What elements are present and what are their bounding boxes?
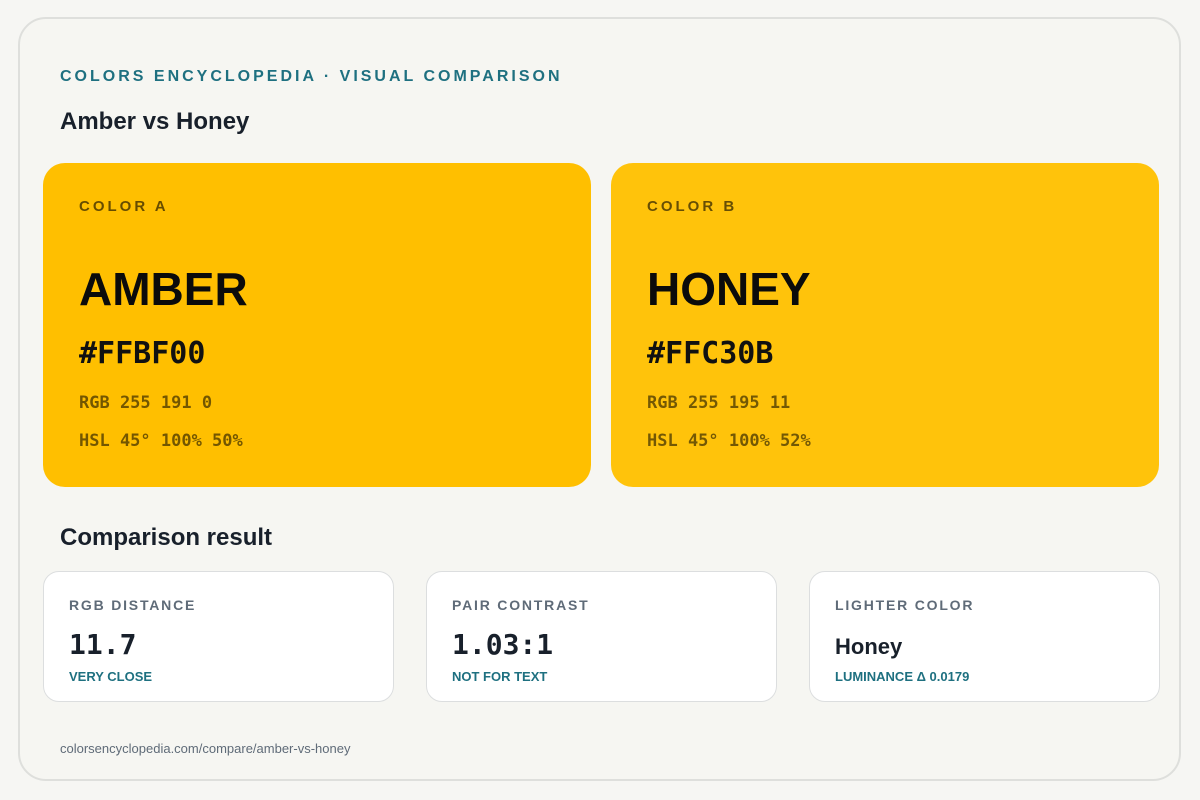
color-b-label: COLOR B [647, 198, 738, 215]
color-a-swatch: COLOR A AMBER #FFBF00 RGB 255 191 0 HSL … [43, 163, 591, 487]
pair-contrast-card: PAIR CONTRAST 1.03:1 NOT FOR TEXT [426, 571, 777, 702]
lighter-color-card: LIGHTER COLOR Honey LUMINANCE Δ 0.0179 [809, 571, 1160, 702]
page-title: Amber vs Honey [60, 108, 250, 135]
rgb-distance-card: RGB DISTANCE 11.7 VERY CLOSE [43, 571, 394, 702]
site-kicker: COLORS ENCYCLOPEDIA · VISUAL COMPARISON [60, 68, 563, 85]
rgb-distance-label: RGB DISTANCE [69, 597, 197, 613]
rgb-distance-note: VERY CLOSE [69, 669, 153, 684]
pair-contrast-value: 1.03:1 [452, 628, 554, 661]
lighter-color-value: Honey [835, 634, 903, 659]
color-b-hex[interactable]: #FFC30B [647, 336, 773, 371]
footer-url[interactable]: colorsencyclopedia.com/compare/amber-vs-… [60, 741, 350, 756]
rgb-distance-value: 11.7 [69, 628, 137, 661]
color-a-label: COLOR A [79, 198, 169, 215]
color-b-rgb: RGB 255 195 11 [647, 393, 791, 413]
lighter-color-note: LUMINANCE Δ 0.0179 [835, 669, 970, 684]
lighter-color-label: LIGHTER COLOR [835, 597, 975, 613]
color-a-name: AMBER [79, 263, 248, 315]
comparison-title: Comparison result [60, 524, 273, 551]
pair-contrast-label: PAIR CONTRAST [452, 597, 590, 613]
color-a-rgb: RGB 255 191 0 [79, 393, 213, 413]
color-a-hsl: HSL 45° 100% 50% [79, 431, 243, 451]
pair-contrast-note: NOT FOR TEXT [452, 669, 548, 684]
color-b-swatch: COLOR B HONEY #FFC30B RGB 255 195 11 HSL… [611, 163, 1159, 487]
color-a-hex[interactable]: #FFBF00 [79, 336, 205, 371]
color-b-hsl: HSL 45° 100% 52% [647, 431, 811, 451]
comparison-panel: COLORS ENCYCLOPEDIA · VISUAL COMPARISON … [18, 17, 1181, 781]
color-b-name: HONEY [647, 263, 811, 315]
